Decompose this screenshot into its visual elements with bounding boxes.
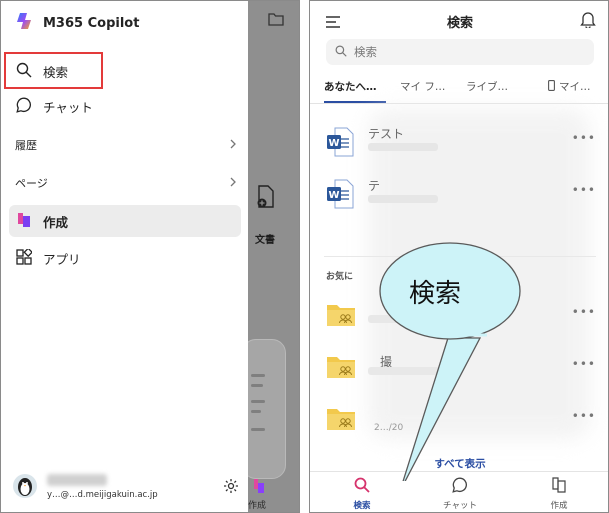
folder-row[interactable]: 撮 ••• (324, 353, 596, 389)
tab-my-device[interactable]: マイ… (548, 79, 591, 94)
section-label: 履歴 (15, 139, 37, 152)
left-screenshot: 文書 作成 M365 Copilot 検索 チャット 履歴 ページ 作成 アプリ… (0, 0, 300, 513)
file-name: テスト (368, 127, 405, 141)
chevron-right-icon (229, 139, 237, 152)
app-brand: M365 Copilot (15, 12, 139, 34)
user-profile[interactable]: y…@…d.meijigakuin.ac.jp (13, 474, 241, 504)
tab-bar: あなたへ… マイ フ… ライブ… マイ… (310, 79, 608, 103)
phone-icon (548, 80, 555, 91)
background-card (242, 339, 286, 479)
more-options-icon[interactable]: ••• (572, 131, 596, 145)
folder-meta-redacted (368, 315, 448, 323)
svg-text:W: W (328, 138, 339, 149)
bottom-nav-search[interactable]: 検索 (327, 477, 397, 511)
nav-section-history[interactable]: 履歴 (15, 137, 237, 153)
new-document-icon (256, 185, 276, 213)
page-title: 検索 (446, 16, 473, 31)
more-options-icon[interactable]: ••• (572, 183, 596, 197)
word-document-icon: W (326, 179, 354, 213)
bottom-nav-create[interactable]: 作成 (524, 477, 594, 511)
chat-icon (452, 477, 468, 497)
section-label: ページ (15, 177, 48, 190)
search-placeholder: 検索 (354, 45, 377, 59)
folder-icon (268, 11, 284, 30)
create-icon (16, 212, 32, 231)
create-icon (252, 478, 266, 498)
avatar (13, 474, 37, 502)
bottom-nav-label: チャット (443, 501, 477, 511)
tab-my-files[interactable]: マイ フ… (400, 79, 445, 94)
show-all-link[interactable]: すべて表示 (310, 456, 608, 471)
file-row[interactable]: W テスト ••• (324, 125, 596, 165)
more-options-icon[interactable]: ••• (572, 409, 596, 423)
shared-folder-icon (326, 303, 356, 331)
tab-for-you[interactable]: あなたへ… (324, 79, 377, 94)
highlight-box (4, 52, 103, 89)
file-meta-redacted (368, 195, 438, 203)
shared-folder-icon (326, 407, 356, 435)
user-email: y…@…d.meijigakuin.ac.jp (47, 490, 158, 500)
folder-meta: 2…/20 (374, 423, 404, 433)
folder-row[interactable]: 2…/20 ••• (324, 405, 596, 441)
bottom-nav-chat[interactable]: チャット (425, 477, 495, 511)
nav-item-chat[interactable]: チャット (9, 90, 241, 122)
create-outline-icon (551, 477, 567, 497)
chevron-right-icon (229, 177, 237, 190)
nav-item-label: アプリ (43, 251, 81, 267)
folder-meta-redacted (368, 367, 448, 375)
svg-text:W: W (328, 190, 339, 201)
navigation-drawer: M365 Copilot 検索 チャット 履歴 ページ 作成 アプリ y…@…d… (1, 1, 248, 512)
search-icon (354, 477, 370, 497)
more-options-icon[interactable]: ••• (572, 305, 596, 319)
divider (310, 471, 608, 472)
file-name: テ (368, 179, 381, 193)
nav-section-pages[interactable]: ページ (15, 175, 237, 191)
nav-item-label: 作成 (43, 214, 69, 230)
callout-text: 検索 (408, 279, 461, 309)
search-input[interactable]: 検索 (326, 39, 594, 65)
tab-library[interactable]: ライブ… (466, 79, 508, 94)
tab-label: マイ… (559, 81, 591, 93)
file-meta-redacted (368, 143, 438, 151)
app-name: M365 Copilot (43, 15, 140, 31)
word-document-icon: W (326, 127, 354, 161)
search-icon (335, 45, 347, 60)
chat-icon (16, 97, 32, 116)
top-bar: 検索 (310, 1, 608, 39)
file-row[interactable]: W テ ••• (324, 177, 596, 217)
nav-item-apps[interactable]: アプリ (9, 242, 241, 274)
more-options-icon[interactable]: ••• (572, 357, 596, 371)
dimmed-background-app: 文書 作成 (242, 1, 299, 512)
bell-icon[interactable] (580, 10, 596, 32)
copilot-logo-icon (15, 12, 33, 34)
document-label: 文書 (255, 235, 275, 246)
bottom-nav-label: 作成 (550, 501, 568, 511)
user-name-redacted (47, 474, 107, 486)
favorites-header: お気に (326, 272, 354, 282)
apps-grid-icon (16, 246, 34, 268)
bottom-nav-label: 検索 (353, 501, 371, 511)
shared-folder-icon (326, 355, 356, 383)
right-screenshot: 検索 検索 あなたへ… マイ フ… ライブ… マイ… W テスト ••• W テ (309, 0, 609, 513)
create-label: 作成 (248, 501, 267, 511)
divider (310, 103, 608, 104)
settings-gear-icon[interactable] (223, 478, 239, 498)
nav-item-label: チャット (43, 99, 93, 115)
divider (324, 256, 596, 257)
nav-item-create[interactable]: 作成 (9, 205, 241, 237)
